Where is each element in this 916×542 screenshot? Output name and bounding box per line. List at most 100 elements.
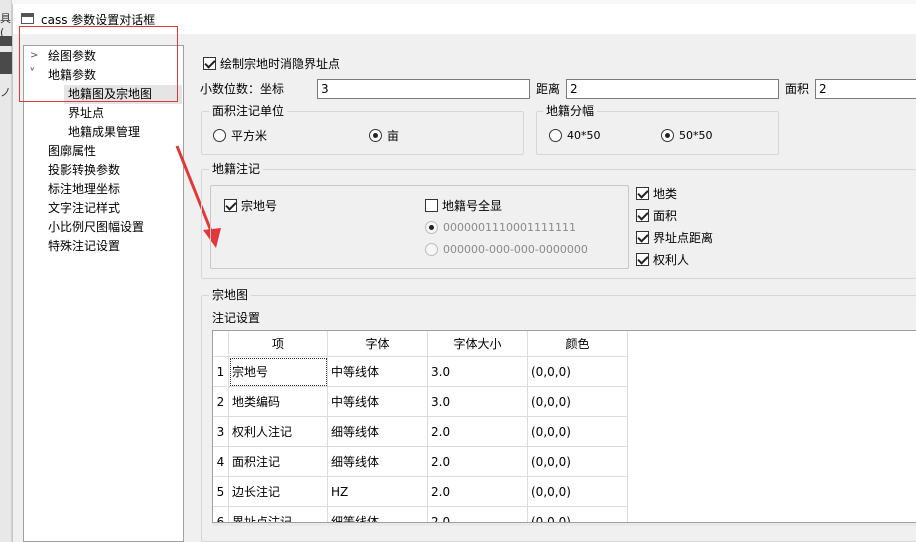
cell-font[interactable]: 细等线体 bbox=[328, 417, 428, 447]
square-meter-radio[interactable] bbox=[213, 129, 226, 142]
cell-font[interactable]: 细等线体 bbox=[328, 447, 428, 477]
cell-font[interactable]: 细等线体 bbox=[328, 507, 428, 522]
mu-radio[interactable] bbox=[369, 129, 382, 142]
cell-color[interactable]: (0,0,0) bbox=[528, 477, 628, 507]
cell-font-size[interactable]: 2.0 bbox=[428, 417, 528, 447]
tree-item-drawing-params[interactable]: 绘图参数 bbox=[48, 47, 96, 66]
tree-item-label: 特殊注记设置 bbox=[48, 239, 121, 253]
tree-item-label: 投影转换参数 bbox=[48, 163, 121, 177]
tree-item-geo-coords[interactable]: 标注地理坐标 bbox=[48, 180, 120, 199]
cell-item[interactable]: 地类编码 bbox=[229, 387, 328, 417]
area-unit-title: 面积注记单位 bbox=[209, 103, 288, 119]
background-dark-block bbox=[0, 52, 12, 74]
background-fragment: 具( bbox=[0, 12, 11, 39]
row-number: 3 bbox=[213, 417, 229, 447]
sheet-50x50-label: 50*50 bbox=[679, 129, 713, 142]
background-app-strip: 具( ノ bbox=[0, 0, 12, 542]
tree-item-projection-params[interactable]: 投影转换参数 bbox=[48, 161, 120, 180]
mu-label: 亩 bbox=[387, 129, 400, 143]
cell-color[interactable]: (0,0,0) bbox=[528, 447, 628, 477]
row-number: 2 bbox=[213, 387, 229, 417]
table-corner bbox=[213, 331, 229, 357]
cell-item[interactable]: 界址点注记 bbox=[229, 507, 328, 522]
tree-item-boundary-point[interactable]: 界址点 bbox=[68, 104, 104, 123]
sheet-50x50-radio[interactable] bbox=[661, 129, 674, 142]
tree-item-label: 绘图参数 bbox=[48, 49, 97, 63]
tree-item-frame-attributes[interactable]: 图廓属性 bbox=[48, 142, 96, 161]
row-number: 4 bbox=[213, 447, 229, 477]
cell-font[interactable]: 中等线体 bbox=[328, 357, 428, 387]
format-compact-radio[interactable] bbox=[425, 221, 438, 234]
sheet-40x50-label: 40*50 bbox=[567, 129, 601, 142]
cell-font[interactable]: 中等线体 bbox=[328, 387, 428, 417]
boundary-distance-checkbox[interactable] bbox=[636, 231, 649, 244]
full-no-checkbox[interactable] bbox=[425, 199, 438, 212]
note-settings-label: 注记设置 bbox=[212, 311, 261, 325]
dialog-title: cass 参数设置对话框 bbox=[41, 13, 156, 27]
cell-color[interactable]: (0,0,0) bbox=[528, 507, 628, 522]
note-settings-table: 项 字体 字体大小 颜色 1 宗地号 中等线体 3.0 (0,0,0) 2 地类编码 中等线体… bbox=[212, 330, 916, 523]
column-header-font-size[interactable]: 字体大小 bbox=[428, 331, 528, 357]
owner-label: 权利人 bbox=[653, 253, 690, 267]
cell-color[interactable]: (0,0,0) bbox=[528, 417, 628, 447]
tree-item-label: 界址点 bbox=[68, 106, 105, 120]
cell-color[interactable]: (0,0,0) bbox=[528, 357, 628, 387]
tree-item-text-style[interactable]: 文字注记样式 bbox=[48, 199, 120, 218]
tree-item-cadastral-results[interactable]: 地籍成果管理 bbox=[68, 123, 140, 142]
cell-font-size[interactable]: 3.0 bbox=[428, 387, 528, 417]
cell-color[interactable]: (0,0,0) bbox=[528, 387, 628, 417]
chevron-down-icon[interactable]: ˅ bbox=[29, 67, 36, 82]
cell-item[interactable]: 面积注记 bbox=[229, 447, 328, 477]
tree-item-small-scale-sheet[interactable]: 小比例尺图幅设置 bbox=[48, 218, 144, 237]
tree-item-cadastral-map[interactable]: 地籍图及宗地图 bbox=[64, 85, 182, 104]
land-type-checkbox[interactable] bbox=[636, 187, 649, 200]
cell-item[interactable]: 边长注记 bbox=[229, 477, 328, 507]
cell-font-size[interactable]: 2.0 bbox=[428, 447, 528, 477]
parcel-no-checkbox[interactable] bbox=[224, 199, 237, 212]
area-label: 面积 bbox=[785, 82, 810, 96]
cadastral-note-title: 地籍注记 bbox=[209, 161, 264, 177]
cell-font-size[interactable]: 2.0 bbox=[428, 477, 528, 507]
square-meter-label: 平方米 bbox=[231, 129, 268, 143]
area-check-label: 面积 bbox=[653, 209, 678, 223]
tree-item-label: 地籍成果管理 bbox=[68, 125, 141, 139]
tree-item-special-notes[interactable]: 特殊注记设置 bbox=[48, 237, 120, 256]
background-fragment: ノ bbox=[0, 86, 11, 99]
settings-dialog: cass 参数设置对话框 > 绘图参数 ˅ 地籍参数 地籍图及宗地图 界址点 地… bbox=[12, 4, 916, 542]
hide-boundary-checkbox[interactable] bbox=[203, 57, 216, 70]
format-compact-label: 0000001110001111111 bbox=[443, 221, 576, 234]
sheet-size-title: 地籍分幅 bbox=[543, 103, 598, 119]
cell-font[interactable]: HZ bbox=[328, 477, 428, 507]
land-type-label: 地类 bbox=[653, 187, 678, 201]
tree-item-cadastral-params[interactable]: 地籍参数 bbox=[48, 66, 96, 85]
row-number: 1 bbox=[213, 357, 229, 387]
area-decimals-input[interactable]: 2 bbox=[815, 79, 916, 99]
format-dashed-radio[interactable] bbox=[425, 243, 438, 256]
hide-boundary-label: 绘制宗地时消隐界址点 bbox=[220, 57, 341, 71]
cell-font-size[interactable]: 2.0 bbox=[428, 507, 528, 522]
column-header-font[interactable]: 字体 bbox=[328, 331, 428, 357]
dialog-titlebar[interactable]: cass 参数设置对话框 bbox=[13, 4, 916, 34]
cell-item[interactable]: 权利人注记 bbox=[229, 417, 328, 447]
owner-checkbox[interactable] bbox=[636, 253, 649, 266]
window-icon bbox=[21, 13, 34, 24]
sheet-40x50-radio[interactable] bbox=[549, 129, 562, 142]
coord-decimals-input[interactable]: 3 bbox=[317, 79, 530, 99]
background-fragment: … bbox=[432, 0, 442, 2]
chevron-right-icon[interactable]: > bbox=[30, 50, 38, 61]
cell-font-size[interactable]: 3.0 bbox=[428, 357, 528, 387]
format-dashed-label: 000000-000-000-0000000 bbox=[443, 243, 588, 256]
distance-decimals-input[interactable]: 2 bbox=[566, 79, 779, 99]
background-dark-block bbox=[0, 36, 12, 46]
column-header-item[interactable]: 项 bbox=[229, 331, 328, 357]
decimals-label: 小数位数：坐标 bbox=[200, 82, 285, 96]
column-header-color[interactable]: 颜色 bbox=[528, 331, 628, 357]
tree-item-label: 标注地理坐标 bbox=[48, 182, 121, 196]
tree-item-label: 图廓属性 bbox=[48, 144, 97, 158]
settings-tree: > 绘图参数 ˅ 地籍参数 地籍图及宗地图 界址点 地籍成果管理 图廓属性 投影… bbox=[23, 45, 184, 542]
distance-label: 距离 bbox=[536, 82, 561, 96]
cell-item[interactable]: 宗地号 bbox=[229, 357, 328, 387]
table-scroll-edge bbox=[212, 523, 916, 526]
tree-item-label: 地籍图及宗地图 bbox=[68, 87, 153, 101]
area-checkbox[interactable] bbox=[636, 209, 649, 222]
